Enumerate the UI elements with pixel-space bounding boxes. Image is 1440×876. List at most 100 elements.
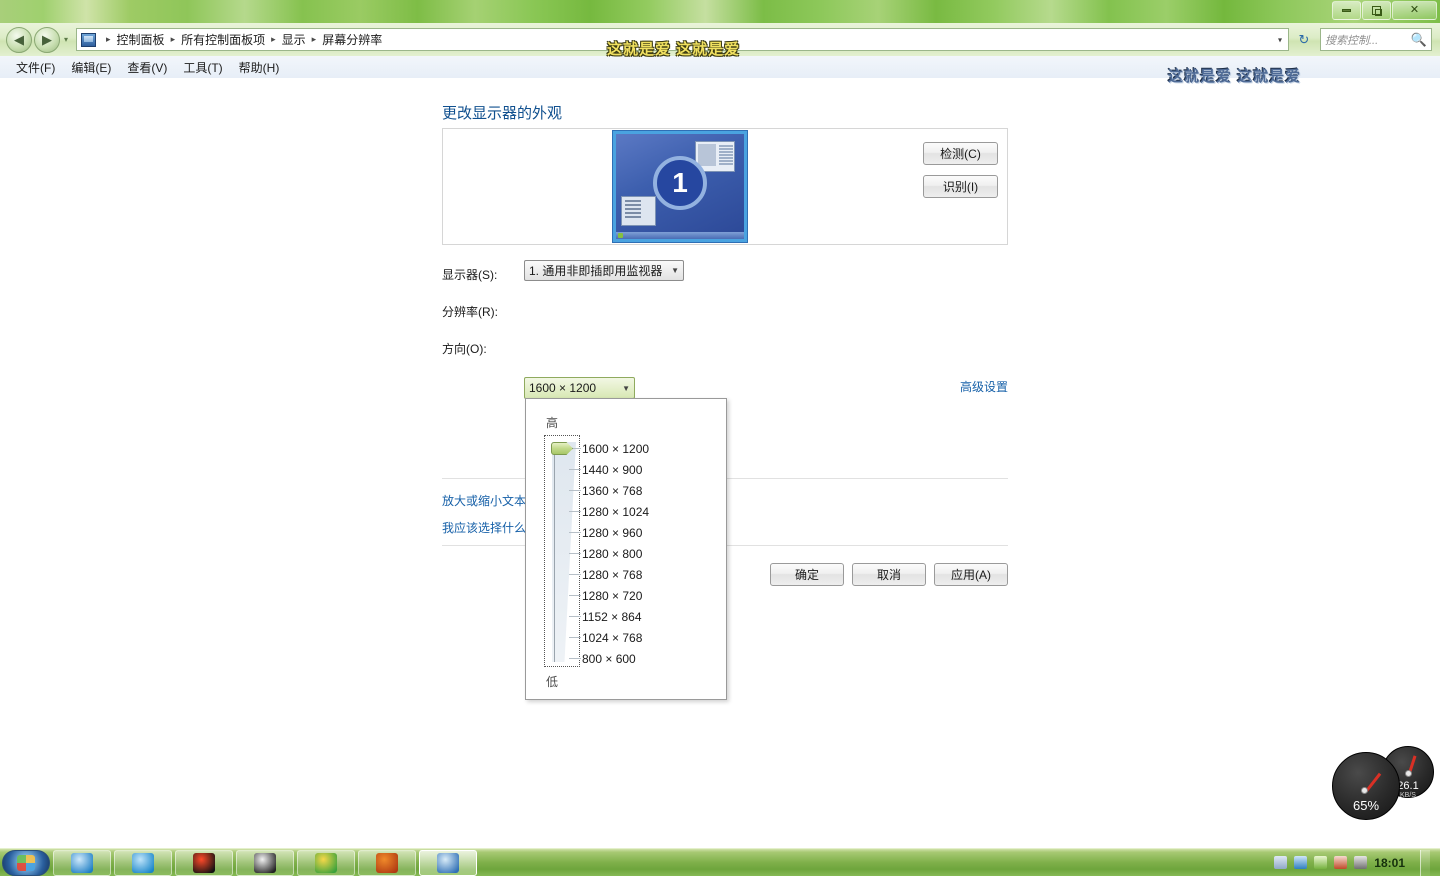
- taskbar-item-ie-browser[interactable]: [53, 850, 111, 876]
- resolution-slider[interactable]: [544, 435, 580, 667]
- windows-logo-icon: [17, 855, 35, 871]
- monitor-select-value: 1. 通用非即插即用监视器: [529, 262, 662, 279]
- taskbar-item-kingsoft-app[interactable]: [114, 850, 172, 876]
- window-controls: ✕: [1332, 1, 1437, 20]
- forward-arrow-icon: ▶: [42, 32, 52, 48]
- close-button[interactable]: ✕: [1392, 1, 1437, 20]
- resolution-option[interactable]: 1440 × 900: [578, 460, 722, 481]
- menu-item-help[interactable]: 帮助(H): [231, 57, 288, 78]
- resolution-option[interactable]: 1280 × 1024: [578, 502, 722, 523]
- page-title: 更改显示器的外观: [442, 102, 562, 123]
- resolution-select[interactable]: 1600 × 1200 ▼: [524, 377, 635, 399]
- media-player-icon: [193, 853, 215, 873]
- breadcrumb-item-2[interactable]: 显示: [282, 31, 306, 48]
- menu-item-tools[interactable]: 工具(T): [175, 57, 230, 78]
- taskbar-clock[interactable]: 18:01: [1374, 856, 1405, 870]
- preview-taskbar: [616, 232, 744, 239]
- taskbar-item-qq-penguin[interactable]: [236, 850, 294, 876]
- slider-rail: [554, 444, 555, 662]
- tray-icon-3[interactable]: [1314, 856, 1327, 869]
- close-icon: ✕: [1410, 5, 1419, 16]
- display-settings-icon: [437, 853, 459, 873]
- preview-sidebar-icon: [621, 196, 656, 226]
- system-tray: 18:01: [1274, 850, 1440, 876]
- breadcrumb-item-0[interactable]: 控制面板: [117, 31, 165, 48]
- resize-text-link[interactable]: 放大或缩小文本: [442, 492, 526, 509]
- network-hub: [1405, 770, 1412, 777]
- advanced-settings-link[interactable]: 高级设置: [960, 378, 1008, 395]
- taskbar-item-media-player[interactable]: [175, 850, 233, 876]
- breadcrumb-dropdown-caret-icon[interactable]: ▾: [1278, 35, 1282, 44]
- resolution-option[interactable]: 1280 × 720: [578, 586, 722, 607]
- cancel-button[interactable]: 取消: [852, 563, 926, 586]
- window-titlebar: ✕: [0, 0, 1440, 23]
- breadcrumb-separator-0: ▸: [106, 34, 111, 45]
- breadcrumb-item-1[interactable]: 所有控制面板项: [181, 31, 265, 48]
- overlay-text-blue: 这就是爱 这就是爱: [1168, 65, 1301, 86]
- tray-icon-2[interactable]: [1294, 856, 1307, 869]
- taskbar-item-display-settings[interactable]: [419, 850, 477, 876]
- breadcrumb-separator-3: ▸: [312, 34, 317, 45]
- start-button[interactable]: [2, 850, 50, 876]
- taskbar: 18:01: [0, 848, 1440, 876]
- resolution-option[interactable]: 1280 × 960: [578, 523, 722, 544]
- recent-pages-caret-icon[interactable]: ▾: [64, 35, 68, 44]
- monitor-label: 显示器(S):: [442, 266, 497, 283]
- search-icon: 🔍: [1411, 32, 1427, 48]
- search-input[interactable]: 搜索控制...: [1325, 32, 1411, 48]
- breadcrumb-separator-1: ▸: [171, 34, 176, 45]
- resolution-low-label: 低: [546, 673, 558, 690]
- detect-button[interactable]: 检测(C): [923, 142, 998, 165]
- ie-browser-icon: [71, 853, 93, 873]
- apply-button[interactable]: 应用(A): [934, 563, 1008, 586]
- resolution-option[interactable]: 1280 × 800: [578, 544, 722, 565]
- tray-icon-4[interactable]: [1334, 856, 1347, 869]
- cpu-value: 65%: [1332, 798, 1400, 813]
- ok-button[interactable]: 确定: [770, 563, 844, 586]
- identify-button[interactable]: 识别(I): [923, 175, 998, 198]
- resolution-option[interactable]: 1360 × 768: [578, 481, 722, 502]
- chevron-down-icon: ▼: [671, 266, 679, 275]
- resolution-option[interactable]: 800 × 600: [578, 649, 722, 670]
- search-box[interactable]: 搜索控制... 🔍: [1320, 28, 1432, 51]
- orientation-label: 方向(O):: [442, 340, 487, 357]
- cpu-hub: [1361, 787, 1368, 794]
- show-desktop-button[interactable]: [1420, 850, 1430, 876]
- resolution-option[interactable]: 1152 × 864: [578, 607, 722, 628]
- menu-item-edit[interactable]: 编辑(E): [63, 57, 119, 78]
- menu-item-view[interactable]: 查看(V): [119, 57, 175, 78]
- tray-icon-5[interactable]: [1354, 856, 1367, 869]
- minimize-button[interactable]: [1332, 1, 1361, 20]
- menu-item-file[interactable]: 文件(F): [8, 57, 63, 78]
- taskbar-item-firefox-browser[interactable]: [358, 850, 416, 876]
- content-area: 更改显示器的外观 1 检测(C) 识别(I) 显示器(S): 1. 通用非即插即…: [0, 78, 1440, 848]
- refresh-button[interactable]: ↻: [1292, 28, 1316, 51]
- tray-icon-1[interactable]: [1274, 856, 1287, 869]
- back-button[interactable]: ◀: [6, 27, 32, 53]
- resolution-dropdown-panel[interactable]: 高 低 1600 × 12001440 × 9001360 × 7681280 …: [525, 398, 727, 700]
- kingsoft-app-icon: [132, 853, 154, 873]
- minimize-icon: [1342, 9, 1351, 12]
- resolution-option[interactable]: 1280 × 768: [578, 565, 722, 586]
- what-to-choose-link[interactable]: 我应该选择什么: [442, 519, 526, 536]
- refresh-icon: ↻: [1299, 32, 1310, 48]
- breadcrumb-item-3[interactable]: 屏幕分辨率: [322, 31, 382, 48]
- qq-penguin-icon: [254, 853, 276, 873]
- resolution-select-value: 1600 × 1200: [529, 381, 596, 395]
- resolution-option-list: 1600 × 12001440 × 9001360 × 7681280 × 10…: [578, 439, 722, 670]
- taskbar-item-green-leaf-app[interactable]: [297, 850, 355, 876]
- restore-icon: [1372, 6, 1381, 15]
- taskbar-items: [50, 850, 477, 876]
- firefox-browser-icon: [376, 853, 398, 873]
- resolution-high-label: 高: [546, 414, 558, 431]
- forward-button[interactable]: ▶: [34, 27, 60, 53]
- monitor-select[interactable]: 1. 通用非即插即用监视器 ▼: [524, 260, 684, 281]
- system-meter-gadget[interactable]: 26.1 KB/S 65%: [1332, 746, 1434, 834]
- monitor-1-thumbnail[interactable]: 1: [613, 131, 747, 242]
- monitor-wallpaper: 1: [616, 134, 744, 239]
- restore-button[interactable]: [1362, 1, 1391, 20]
- resolution-option[interactable]: 1600 × 1200: [578, 439, 722, 460]
- breadcrumb-separator-2: ▸: [271, 34, 276, 45]
- navigation-buttons: ◀ ▶ ▾: [6, 27, 68, 53]
- resolution-option[interactable]: 1024 × 768: [578, 628, 722, 649]
